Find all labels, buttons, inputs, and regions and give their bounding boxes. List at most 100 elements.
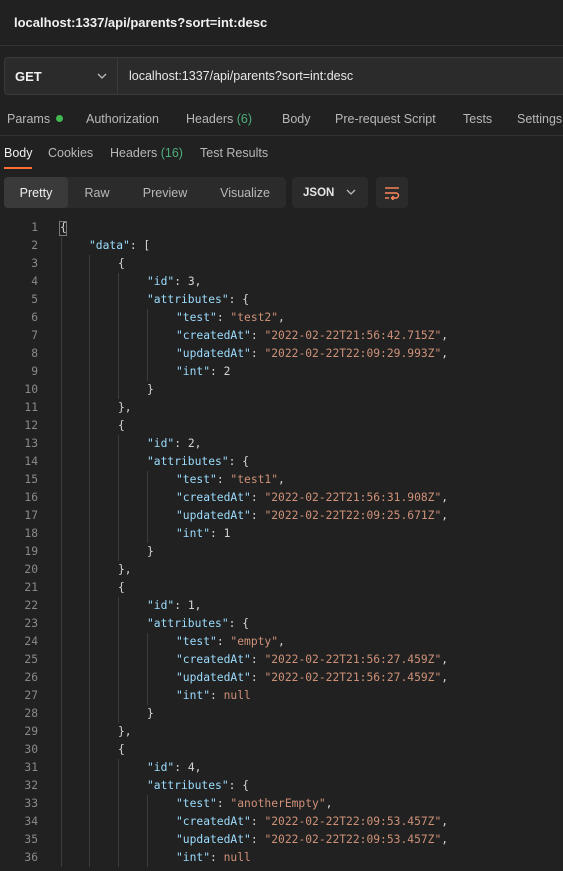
tab-params[interactable]: Params bbox=[7, 112, 64, 126]
line-number: 18 bbox=[24, 527, 38, 540]
json-punct: { bbox=[118, 743, 125, 756]
code-line: 18 "int": 1 bbox=[0, 525, 563, 543]
indent-guide bbox=[147, 309, 148, 381]
view-pretty-button[interactable]: Pretty bbox=[4, 177, 68, 208]
json-punct: , bbox=[441, 347, 449, 360]
code-line: 29}, bbox=[0, 723, 563, 741]
tab-test-results[interactable]: Test Results bbox=[200, 146, 268, 160]
code-line: 14 "attributes": { bbox=[0, 453, 563, 471]
tab-response-body[interactable]: Body bbox=[4, 146, 33, 160]
code-line: 28} bbox=[0, 705, 563, 723]
method-select[interactable]: GET bbox=[4, 57, 118, 95]
code-line: 22 "id": 1, bbox=[0, 597, 563, 615]
line-number: 26 bbox=[24, 671, 38, 684]
json-punct: : bbox=[210, 689, 224, 702]
json-value: "2022-02-22T21:56:31.908Z" bbox=[264, 491, 442, 504]
json-value: 2 bbox=[223, 365, 231, 378]
line-number: 5 bbox=[31, 293, 38, 306]
code-text: "int": 2 bbox=[176, 363, 230, 381]
json-punct: }, bbox=[118, 725, 132, 738]
indent-guide bbox=[147, 633, 148, 705]
line-number: 29 bbox=[24, 725, 38, 738]
json-key: "updatedAt" bbox=[176, 833, 251, 846]
code-line: 33 "test": "anotherEmpty", bbox=[0, 795, 563, 813]
json-punct: : bbox=[216, 473, 231, 486]
json-punct: , bbox=[278, 635, 285, 648]
line-number: 27 bbox=[24, 689, 38, 702]
tab-prerequest-script[interactable]: Pre-request Script bbox=[335, 112, 436, 126]
view-raw-button[interactable]: Raw bbox=[68, 177, 126, 208]
tab-settings[interactable]: Settings bbox=[517, 112, 562, 126]
tab-cookies[interactable]: Cookies bbox=[48, 146, 93, 160]
response-body-editor[interactable]: 1{2 "data": [3{4 "id": 3, 5 "attributes": {6… bbox=[0, 219, 563, 871]
json-punct: { bbox=[60, 221, 67, 234]
json-punct: : bbox=[216, 635, 231, 648]
line-number: 4 bbox=[31, 275, 38, 288]
language-select[interactable]: JSON bbox=[292, 177, 368, 208]
json-value: "2022-02-22T21:56:42.715Z" bbox=[264, 329, 442, 342]
view-preview-button[interactable]: Preview bbox=[126, 177, 204, 208]
code-text: }, bbox=[118, 723, 132, 741]
chevron-down-icon bbox=[97, 73, 107, 79]
code-text: { bbox=[118, 741, 125, 759]
json-key: "id" bbox=[147, 761, 175, 774]
code-text: "int": null bbox=[176, 687, 251, 705]
tab-params-label: Params bbox=[7, 112, 51, 126]
indent-guide bbox=[147, 471, 148, 543]
code-line: 13 "id": 2, bbox=[0, 435, 563, 453]
json-value: 1 bbox=[187, 599, 195, 612]
code-line: 21 { bbox=[0, 579, 563, 597]
code-text: "int": 1 bbox=[176, 525, 230, 543]
code-text: "updatedAt": "2022-02-22T21:56:27.459Z", bbox=[176, 669, 448, 687]
line-number: 23 bbox=[24, 617, 38, 630]
json-punct: : bbox=[174, 761, 188, 774]
url-input[interactable]: localhost:1337/api/parents?sort=int:desc bbox=[118, 57, 563, 95]
line-number: 22 bbox=[24, 599, 38, 612]
code-text: { bbox=[60, 219, 67, 237]
json-punct: : bbox=[210, 851, 224, 864]
code-text: "test": "empty", bbox=[176, 633, 285, 651]
json-punct: , bbox=[278, 473, 285, 486]
code-text: "createdAt": "2022-02-22T21:56:27.459Z", bbox=[176, 651, 448, 669]
json-key: "test" bbox=[176, 473, 217, 486]
view-visualize-button[interactable]: Visualize bbox=[204, 177, 286, 208]
json-key: "createdAt" bbox=[176, 815, 251, 828]
code-line: 36 "int": null bbox=[0, 849, 563, 867]
json-punct: : bbox=[250, 653, 265, 666]
line-number: 10 bbox=[24, 383, 38, 396]
line-number: 24 bbox=[24, 635, 38, 648]
json-key: "id" bbox=[147, 437, 175, 450]
tab-headers[interactable]: Headers (6) bbox=[186, 112, 252, 126]
json-key: "int" bbox=[176, 527, 211, 540]
code-text: }, bbox=[118, 561, 132, 579]
code-line: 12 { bbox=[0, 417, 563, 435]
line-number: 20 bbox=[24, 563, 38, 576]
wrap-lines-button[interactable] bbox=[376, 177, 408, 208]
line-number: 15 bbox=[24, 473, 38, 486]
json-value: 3 bbox=[187, 275, 195, 288]
code-text: "updatedAt": "2022-02-22T22:09:53.457Z", bbox=[176, 831, 448, 849]
request-tabs: Params Authorization Headers (6) Body Pr… bbox=[0, 104, 563, 136]
code-line: 24 "test": "empty", bbox=[0, 633, 563, 651]
line-number: 2 bbox=[31, 239, 38, 252]
line-number: 8 bbox=[31, 347, 38, 360]
tab-tests[interactable]: Tests bbox=[463, 112, 492, 126]
params-active-dot-icon bbox=[56, 115, 64, 122]
code-line: 20}, bbox=[0, 561, 563, 579]
json-key: "updatedAt" bbox=[176, 509, 251, 522]
json-punct: , bbox=[441, 509, 449, 522]
code-text: "id": 3, bbox=[147, 273, 201, 291]
line-number: 3 bbox=[31, 257, 38, 270]
json-key: "id" bbox=[147, 275, 175, 288]
code-text: { bbox=[118, 417, 125, 435]
json-punct: { bbox=[118, 581, 125, 594]
tab-body[interactable]: Body bbox=[282, 112, 311, 126]
code-text: } bbox=[147, 705, 154, 723]
response-view-toolbar: Pretty Raw Preview Visualize JSON bbox=[4, 177, 408, 209]
json-punct: : bbox=[174, 437, 188, 450]
json-value: "2022-02-22T22:09:29.993Z" bbox=[264, 347, 442, 360]
tab-response-headers[interactable]: Headers (16) bbox=[110, 146, 183, 160]
tab-authorization[interactable]: Authorization bbox=[86, 112, 159, 126]
json-punct: : bbox=[250, 347, 265, 360]
json-punct: : bbox=[250, 815, 265, 828]
